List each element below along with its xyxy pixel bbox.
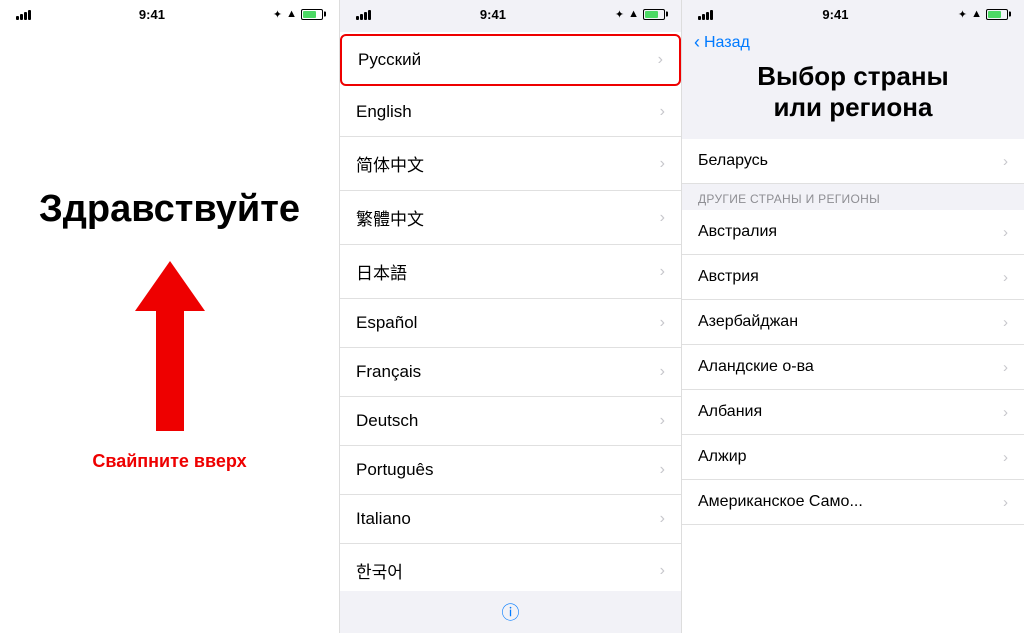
swipe-instruction: Свайпните вверх [92, 451, 246, 472]
chevron-icon: › [1003, 224, 1008, 241]
language-selection-screen: 9:41 ✦ ▲ Русский › English › 简体中文 › 繁體中文… [340, 0, 682, 633]
status-bar-1: 9:41 ✦ ▲ [0, 0, 339, 28]
back-navigation[interactable]: ‹ Назад [682, 28, 1024, 61]
welcome-heading: Здравствуйте [39, 189, 300, 231]
chevron-icon: › [660, 363, 665, 381]
chevron-icon: › [1003, 494, 1008, 511]
arrow-body [156, 311, 184, 431]
chevron-icon: › [1003, 269, 1008, 286]
language-item-french[interactable]: Français › [340, 348, 681, 397]
chevron-icon: › [660, 314, 665, 332]
arrow-up-icon [135, 261, 205, 311]
language-item-japanese[interactable]: 日本語 › [340, 245, 681, 299]
time-3: 9:41 [822, 7, 848, 22]
wifi-icon-2: ▲ [628, 8, 639, 20]
bluetooth-icon-2: ✦ [615, 8, 624, 21]
chevron-icon: › [660, 461, 665, 479]
country-item-american-samoa[interactable]: Американское Само... › [682, 480, 1024, 525]
country-item-belarus[interactable]: Беларусь › [682, 139, 1024, 184]
status-bar-2: 9:41 ✦ ▲ [340, 0, 681, 28]
battery-icon-3 [986, 9, 1008, 20]
welcome-content: Здравствуйте Свайпните вверх [0, 28, 339, 633]
chevron-icon: › [660, 155, 665, 173]
language-item-english[interactable]: English › [340, 88, 681, 137]
chevron-icon: › [1003, 153, 1008, 170]
chevron-icon: › [660, 263, 665, 281]
country-item-albania[interactable]: Албания › [682, 390, 1024, 435]
language-item-tchinese[interactable]: 繁體中文 › [340, 191, 681, 245]
country-item-azerbaijan[interactable]: Азербайджан › [682, 300, 1024, 345]
bluetooth-icon: ✦ [273, 8, 282, 21]
wifi-icon: ▲ [286, 8, 297, 20]
battery-icon [301, 9, 323, 20]
signal-icon-3 [698, 8, 713, 20]
language-item-korean[interactable]: 한국어 › [340, 544, 681, 591]
chevron-icon: › [1003, 359, 1008, 376]
language-item-spanish[interactable]: Español › [340, 299, 681, 348]
signal-icon [16, 8, 31, 20]
language-item-italian[interactable]: Italiano › [340, 495, 681, 544]
country-selection-screen: 9:41 ✦ ▲ ‹ Назад Выбор страныили региона… [682, 0, 1024, 633]
wifi-icon-3: ▲ [971, 8, 982, 20]
language-item-schinese[interactable]: 简体中文 › [340, 137, 681, 191]
chevron-icon: › [1003, 449, 1008, 466]
country-item-aland[interactable]: Аландские о-ва › [682, 345, 1024, 390]
time-1: 9:41 [139, 7, 165, 22]
language-list: Русский › English › 简体中文 › 繁體中文 › 日本語 › … [340, 32, 681, 591]
chevron-icon: › [660, 209, 665, 227]
section-header-other: ДРУГИЕ СТРАНЫ И РЕГИОНЫ [682, 184, 1024, 210]
battery-icon-2 [643, 9, 665, 20]
language-item-russian[interactable]: Русский › [340, 34, 681, 86]
chevron-icon: › [660, 412, 665, 430]
time-2: 9:41 [480, 7, 506, 22]
chevron-icon: › [660, 103, 665, 121]
status-icons-2: ✦ ▲ [615, 8, 665, 21]
status-icons-1: ✦ ▲ [273, 8, 323, 21]
chevron-icon: › [660, 562, 665, 580]
status-bar-3: 9:41 ✦ ▲ [682, 0, 1024, 28]
country-list: Беларусь › ДРУГИЕ СТРАНЫ И РЕГИОНЫ Австр… [682, 139, 1024, 633]
status-icons-3: ✦ ▲ [958, 8, 1008, 21]
language-item-portuguese[interactable]: Português › [340, 446, 681, 495]
bluetooth-icon-3: ✦ [958, 8, 967, 21]
chevron-icon: › [660, 510, 665, 528]
info-icon[interactable]: ⓘ [340, 591, 681, 633]
country-item-australia[interactable]: Австралия › [682, 210, 1024, 255]
back-chevron-icon: ‹ [694, 32, 700, 53]
chevron-icon: › [1003, 404, 1008, 421]
country-item-algeria[interactable]: Алжир › [682, 435, 1024, 480]
language-item-german[interactable]: Deutsch › [340, 397, 681, 446]
country-selection-title: Выбор страныили региона [682, 61, 1024, 139]
country-item-austria[interactable]: Австрия › [682, 255, 1024, 300]
back-label: Назад [704, 34, 750, 52]
chevron-icon: › [1003, 314, 1008, 331]
chevron-icon: › [658, 51, 663, 69]
welcome-screen: 9:41 ✦ ▲ Здравствуйте Свайпните вверх [0, 0, 340, 633]
signal-icon-2 [356, 8, 371, 20]
